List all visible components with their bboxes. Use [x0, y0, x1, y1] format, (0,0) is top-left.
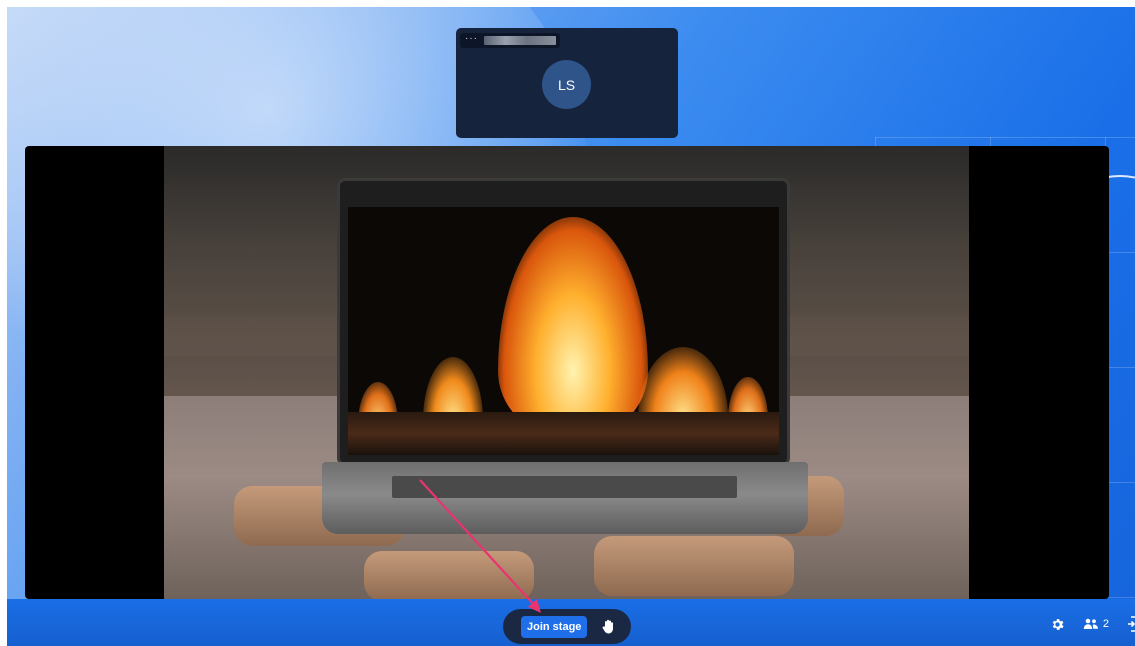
participants-count: 2: [1102, 618, 1109, 630]
join-stage-button[interactable]: Join stage: [521, 615, 588, 638]
avatar: LS: [542, 60, 591, 109]
exit-icon: [1128, 616, 1135, 632]
laptop-base: [322, 462, 808, 534]
participant-tile[interactable]: ··· LS: [456, 28, 678, 138]
participants-button[interactable]: 2: [1083, 618, 1109, 630]
people-icon: [1083, 618, 1098, 629]
settings-button[interactable]: [1050, 617, 1065, 632]
laptop-screen: [337, 178, 790, 466]
right-controls: 2: [1050, 616, 1135, 632]
redacted-participant-name: [484, 36, 556, 45]
bottom-control-bar: Join stage 2: [7, 599, 1135, 646]
participant-name-chip: ···: [460, 33, 560, 48]
leave-button[interactable]: [1127, 616, 1135, 632]
log: [364, 551, 534, 599]
app-window: ··· LS Join stage 2: [7, 7, 1135, 646]
burning-logs: [348, 412, 779, 455]
log: [594, 536, 794, 596]
fireplace-image: [348, 207, 779, 455]
stage-video: [25, 146, 1109, 599]
flame: [498, 217, 648, 437]
laptop-keyboard: [392, 476, 737, 498]
stage-controls: Join stage: [503, 609, 631, 644]
shared-video: [164, 146, 969, 599]
gear-icon: [1052, 618, 1064, 630]
raise-hand-icon[interactable]: [601, 619, 615, 635]
more-options-icon[interactable]: ···: [465, 33, 478, 44]
